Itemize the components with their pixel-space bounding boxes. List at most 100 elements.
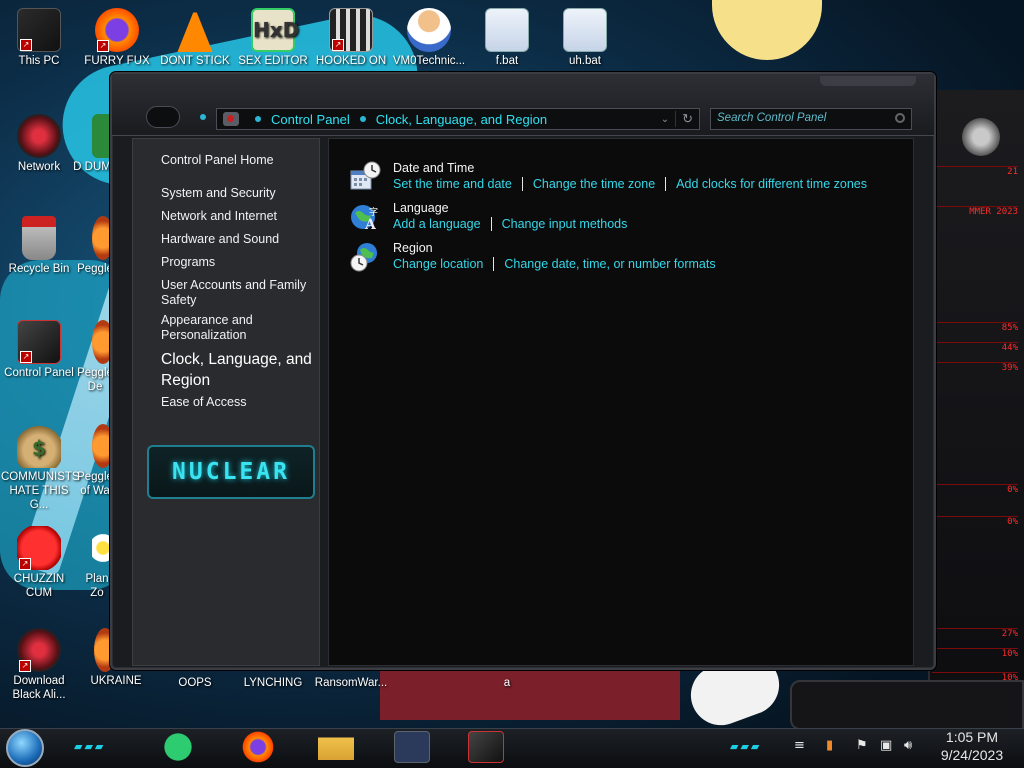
- nav-appearance[interactable]: Appearance and Personalization: [161, 313, 311, 343]
- desktop-icon-label: SEX EDITOR: [238, 55, 308, 67]
- gadget-readout: 85%: [932, 322, 1018, 336]
- taskbar-decoration-icon: ▰▰▰: [74, 740, 106, 753]
- desktop-icon-a[interactable]: a: [469, 676, 545, 690]
- start-button[interactable]: [6, 729, 44, 767]
- vlc-icon: [177, 8, 213, 52]
- spotify-icon[interactable]: [160, 731, 196, 763]
- chevron-down-icon[interactable]: ⌄: [655, 114, 675, 125]
- gadget-readout: 10%: [932, 648, 1018, 662]
- category-content-pane: Date and Time Set the time and date Chan…: [328, 138, 914, 666]
- desktop-icon-furry-fux[interactable]: ↗ FURRY FUX: [79, 8, 155, 68]
- desktop-icon-hooked-on[interactable]: ↗ HOOKED ON: [313, 8, 389, 68]
- category-title[interactable]: Language: [393, 201, 449, 215]
- desktop-icon-label: Peggle: [77, 263, 113, 275]
- nav-ease-of-access[interactable]: Ease of Access: [161, 395, 311, 410]
- file-explorer-icon[interactable]: [318, 731, 354, 763]
- link-change-formats[interactable]: Change date, time, or number formats: [504, 257, 715, 271]
- nav-control-panel-home[interactable]: Control Panel Home: [161, 153, 311, 168]
- link-divider: [521, 177, 523, 191]
- network-tray-icon[interactable]: ▣: [880, 738, 892, 753]
- control-panel-icon[interactable]: [468, 731, 504, 763]
- nav-clock-language-region-current: Clock, Language, and Region: [161, 351, 312, 389]
- desktop-icon-control-panel[interactable]: ↗ Control Panel: [1, 320, 77, 380]
- desktop-icon-label: This PC: [18, 55, 60, 67]
- back-forward-button[interactable]: [146, 106, 180, 128]
- nav-system-security[interactable]: System and Security: [161, 186, 311, 201]
- desktop-icon-dum[interactable]: D DUM: [70, 114, 114, 174]
- desktop-icon-dont-stick[interactable]: DONT STICK: [157, 8, 233, 68]
- control-panel-window: Control Panel Clock, Language, and Regio…: [110, 72, 936, 670]
- link-divider: [490, 217, 492, 231]
- alienware-logo-icon[interactable]: [962, 118, 1000, 156]
- desktop-icon-recycle-bin[interactable]: Recycle Bin: [1, 216, 77, 276]
- firefox-icon: ↗: [95, 8, 139, 52]
- search-input[interactable]: Search Control Panel: [710, 108, 912, 130]
- desktop-icon-label: Recycle Bin: [8, 263, 70, 275]
- link-add-language[interactable]: Add a language: [393, 217, 481, 231]
- desktop-icon-uh-bat[interactable]: uh.bat: [547, 8, 623, 68]
- desktop-icon-peggle[interactable]: Peggle: [76, 216, 114, 276]
- window-toolbar: Control Panel Clock, Language, and Regio…: [112, 74, 934, 136]
- desktop-icon-communists[interactable]: $ COMMUNISTS HATE THIS G...: [1, 424, 80, 512]
- system-monitor-gadget: [928, 90, 1024, 710]
- desktop-icon-chuzzin[interactable]: ↗ CHUZZIN CUM: [1, 526, 77, 600]
- system-clock[interactable]: 1:05 PM 9/24/2023: [926, 728, 1018, 764]
- money-bag-icon: $: [17, 424, 61, 468]
- desktop-icon-label: UKRAINE: [90, 675, 142, 687]
- volume-icon[interactable]: 🔊︎: [904, 738, 912, 753]
- search-placeholder: Search Control Panel: [717, 112, 827, 124]
- flag-icon[interactable]: ⚑: [856, 738, 868, 753]
- hex-editor-icon: HxD: [251, 8, 299, 52]
- category-links: Change location Change date, time, or nu…: [393, 257, 716, 271]
- desktop-icon-download-black-alienware[interactable]: ↗ Download Black Ali...: [1, 628, 77, 702]
- alienware-icon: ↗: [17, 628, 61, 672]
- link-set-time-date[interactable]: Set the time and date: [393, 177, 512, 191]
- left-navigation-pane: Control Panel Home System and Security N…: [132, 138, 320, 666]
- maze-icon: ↗: [329, 8, 373, 52]
- window-caption-notch: [820, 76, 916, 86]
- category-title[interactable]: Date and Time: [393, 161, 474, 175]
- firefox-icon[interactable]: [240, 731, 276, 763]
- desktop-icon-label: CHUZZIN CUM: [13, 573, 65, 599]
- desktop-icon-oops[interactable]: OOPS: [157, 676, 233, 690]
- nuclear-banner: NUCLEAR: [147, 445, 315, 499]
- link-change-input-methods[interactable]: Change input methods: [502, 217, 628, 231]
- desktop-icon-network[interactable]: Network: [1, 114, 77, 174]
- svg-text:字: 字: [369, 206, 378, 218]
- stack-icon[interactable]: ≡: [794, 738, 805, 753]
- address-bar[interactable]: Control Panel Clock, Language, and Regio…: [216, 108, 700, 130]
- desktop-icon-peggle-wa[interactable]: Peggle of Wa: [76, 424, 114, 498]
- desktop-icon-sex-editor[interactable]: HxD SEX EDITOR: [235, 8, 311, 68]
- desktop-icon-plants-zombies[interactable]: Plan Zo: [80, 526, 114, 600]
- category-title[interactable]: Region: [393, 241, 433, 255]
- breadcrumb-separator-icon: [359, 116, 366, 122]
- breadcrumb-control-panel[interactable]: Control Panel: [271, 112, 350, 127]
- desktop-icon-this-pc[interactable]: ↗ This PC: [1, 8, 77, 68]
- nav-user-accounts[interactable]: User Accounts and Family Safety: [161, 278, 311, 308]
- link-change-time-zone[interactable]: Change the time zone: [533, 177, 655, 191]
- link-divider: [493, 257, 495, 271]
- breadcrumb-clock-language-region[interactable]: Clock, Language, and Region: [376, 112, 547, 127]
- desktop-icon-label: COMMUNISTS HATE THIS G...: [1, 471, 80, 511]
- desktop-icon-ransomware[interactable]: RansomWar...: [313, 676, 389, 690]
- desktop-icon-label: Peggle De: [77, 367, 113, 393]
- clock-time: 1:05 PM: [945, 729, 999, 745]
- language-bar-icon[interactable]: ▮: [826, 738, 833, 753]
- desktop-icon-lynching[interactable]: LYNCHING: [235, 676, 311, 690]
- batch-file-icon: [563, 8, 607, 52]
- nav-programs[interactable]: Programs: [161, 255, 311, 270]
- globe-language-icon: A 字: [351, 205, 378, 233]
- link-add-clocks[interactable]: Add clocks for different time zones: [676, 177, 867, 191]
- desktop-icon-vm0technic[interactable]: VM0Technic...: [391, 8, 467, 68]
- search-icon[interactable]: [895, 113, 905, 123]
- globe-clock-icon: [350, 243, 377, 272]
- link-change-location[interactable]: Change location: [393, 257, 483, 271]
- desktop-icon-f-bat[interactable]: f.bat: [469, 8, 545, 68]
- nav-indicator-icon: [200, 114, 206, 120]
- nav-network-internet[interactable]: Network and Internet: [161, 209, 311, 224]
- link-divider: [665, 177, 667, 191]
- network-card-icon[interactable]: [394, 731, 430, 763]
- desktop-icon-peggle-de[interactable]: Peggle De: [76, 320, 114, 394]
- nav-hardware-sound[interactable]: Hardware and Sound: [161, 232, 311, 247]
- refresh-icon[interactable]: ↻: [675, 111, 699, 127]
